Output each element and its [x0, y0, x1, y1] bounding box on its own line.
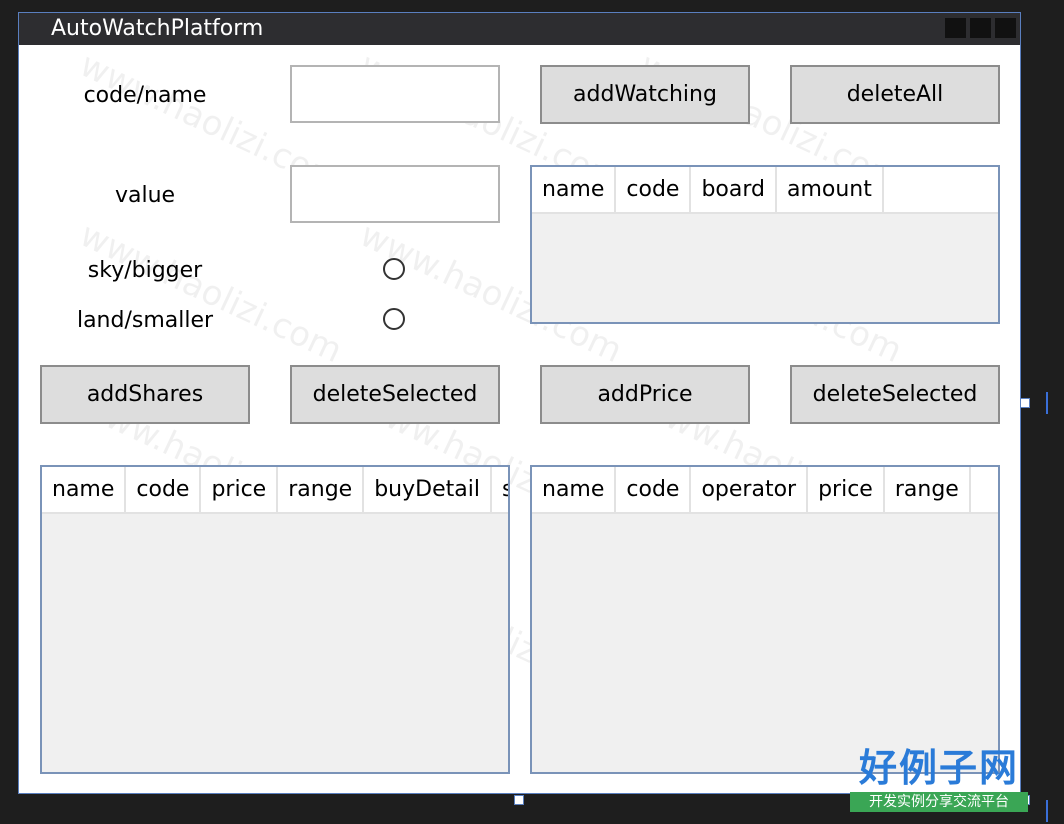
title-bar[interactable]: AutoWatchPlatform	[19, 13, 1020, 45]
window-title: AutoWatchPlatform	[51, 16, 264, 41]
column-header[interactable]: range	[885, 467, 971, 512]
column-header[interactable]: price	[808, 467, 885, 512]
column-header[interactable]: name	[42, 467, 127, 512]
add-price-button[interactable]: addPrice	[540, 365, 750, 424]
minimize-icon[interactable]	[945, 18, 966, 38]
column-header[interactable]: board	[691, 167, 777, 212]
resize-handle[interactable]	[514, 795, 524, 805]
column-header[interactable]: price	[201, 467, 279, 512]
code-name-label: code/name	[83, 83, 207, 108]
watch-grid-header: name code board amount	[532, 167, 998, 214]
column-header[interactable]: name	[532, 467, 617, 512]
land-smaller-label: land/smaller	[76, 308, 214, 333]
maximize-icon[interactable]	[970, 18, 991, 38]
column-header[interactable]: name	[532, 167, 617, 212]
add-shares-button[interactable]: addShares	[40, 365, 250, 424]
adorner-line	[1046, 392, 1048, 414]
column-header[interactable]: s	[492, 467, 508, 512]
column-header[interactable]: amount	[777, 167, 884, 212]
column-header[interactable]: range	[278, 467, 365, 512]
add-watching-button[interactable]: addWatching	[540, 65, 750, 124]
delete-selected-shares-button[interactable]: deleteSelected	[290, 365, 500, 424]
logo-subtitle: 开发实例分享交流平台	[850, 792, 1028, 812]
column-header[interactable]: buyDetail	[364, 467, 492, 512]
value-label: value	[114, 183, 176, 208]
sky-bigger-label: sky/bigger	[87, 258, 203, 283]
watch-grid[interactable]: name code board amount	[530, 165, 1000, 324]
site-logo: 好例子网 开发实例分享交流平台	[850, 746, 1028, 812]
value-input[interactable]	[290, 165, 500, 223]
price-grid-header: name code operator price range	[532, 467, 998, 514]
resize-handle[interactable]	[1020, 398, 1030, 408]
land-smaller-radio[interactable]	[383, 308, 405, 330]
code-name-input[interactable]	[290, 65, 500, 123]
price-grid[interactable]: name code operator price range	[530, 465, 1000, 774]
column-header[interactable]: code	[126, 467, 202, 512]
shares-grid[interactable]: name code price range buyDetail s	[40, 465, 510, 774]
close-icon[interactable]	[995, 18, 1016, 38]
sky-bigger-radio[interactable]	[383, 258, 405, 280]
column-header[interactable]: operator	[691, 467, 809, 512]
adorner-line	[1046, 800, 1048, 822]
column-header[interactable]: code	[616, 467, 692, 512]
delete-all-button[interactable]: deleteAll	[790, 65, 1000, 124]
delete-selected-price-button[interactable]: deleteSelected	[790, 365, 1000, 424]
logo-title: 好例子网	[858, 746, 1019, 790]
column-header[interactable]: code	[616, 167, 692, 212]
main-window: AutoWatchPlatform www.haolizi.com www.ha…	[18, 12, 1021, 794]
shares-grid-header: name code price range buyDetail s	[42, 467, 508, 514]
watermark: www.haolizi.com	[73, 214, 349, 372]
